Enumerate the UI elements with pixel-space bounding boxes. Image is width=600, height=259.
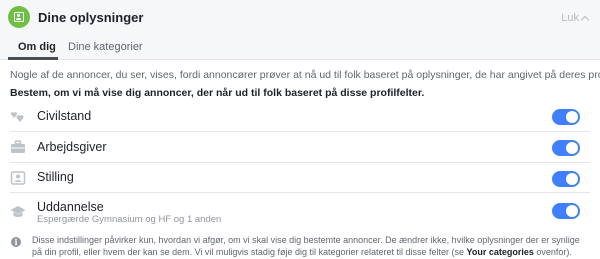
- profile-card-icon: [8, 6, 30, 28]
- graduation-cap-icon: [10, 206, 26, 217]
- hearts-icon: [10, 112, 24, 122]
- active-tab-indicator: [8, 57, 58, 60]
- toggle-uddannelse[interactable]: [552, 203, 580, 219]
- ad-preferences-panel: Dine oplysninger Luk Om dig Dine kategor…: [0, 0, 600, 259]
- field-label: Civilstand: [37, 109, 92, 123]
- field-row-civilstand: Civilstand: [0, 102, 600, 132]
- panel-header: Dine oplysninger Luk: [0, 0, 600, 34]
- info-icon: i: [11, 237, 21, 247]
- briefcase-icon: [11, 140, 25, 153]
- toggle-arbejdsgiver[interactable]: [552, 140, 580, 156]
- field-label: Stilling: [37, 170, 74, 184]
- intro-text: Nogle af de annoncer, du ser, vises, for…: [10, 69, 600, 81]
- field-label: Uddannelse: [37, 200, 104, 214]
- prompt-text: Bestem, om vi må vise dig annoncer, der …: [10, 87, 425, 99]
- field-row-stilling: Stilling: [0, 163, 600, 193]
- field-label: Arbejdsgiver: [37, 140, 107, 154]
- toggle-civilstand[interactable]: [552, 109, 580, 125]
- tab-bar: Om dig Dine kategorier: [0, 34, 600, 60]
- chevron-up-icon: [580, 15, 590, 24]
- panel-title: Dine oplysninger: [38, 10, 144, 25]
- id-badge-icon: [10, 171, 26, 185]
- field-sublabel: Espergærde Gymnasium og HF og 1 anden: [37, 214, 222, 225]
- field-row-arbejdsgiver: Arbejdsgiver: [0, 132, 600, 163]
- field-row-uddannelse: Uddannelse Espergærde Gymnasium og HF og…: [0, 193, 600, 229]
- toggle-stilling[interactable]: [552, 171, 580, 187]
- close-label: Luk: [561, 12, 579, 24]
- close-button[interactable]: Luk: [561, 12, 590, 24]
- tab-om-dig[interactable]: Om dig: [18, 41, 56, 53]
- footer-text-after: ovenfor).: [533, 247, 572, 257]
- footer-note: Disse indstillinger påvirker kun, hvorda…: [32, 234, 592, 258]
- your-categories-link[interactable]: Your categories: [467, 247, 534, 257]
- tab-dine-kategorier[interactable]: Dine kategorier: [68, 41, 143, 53]
